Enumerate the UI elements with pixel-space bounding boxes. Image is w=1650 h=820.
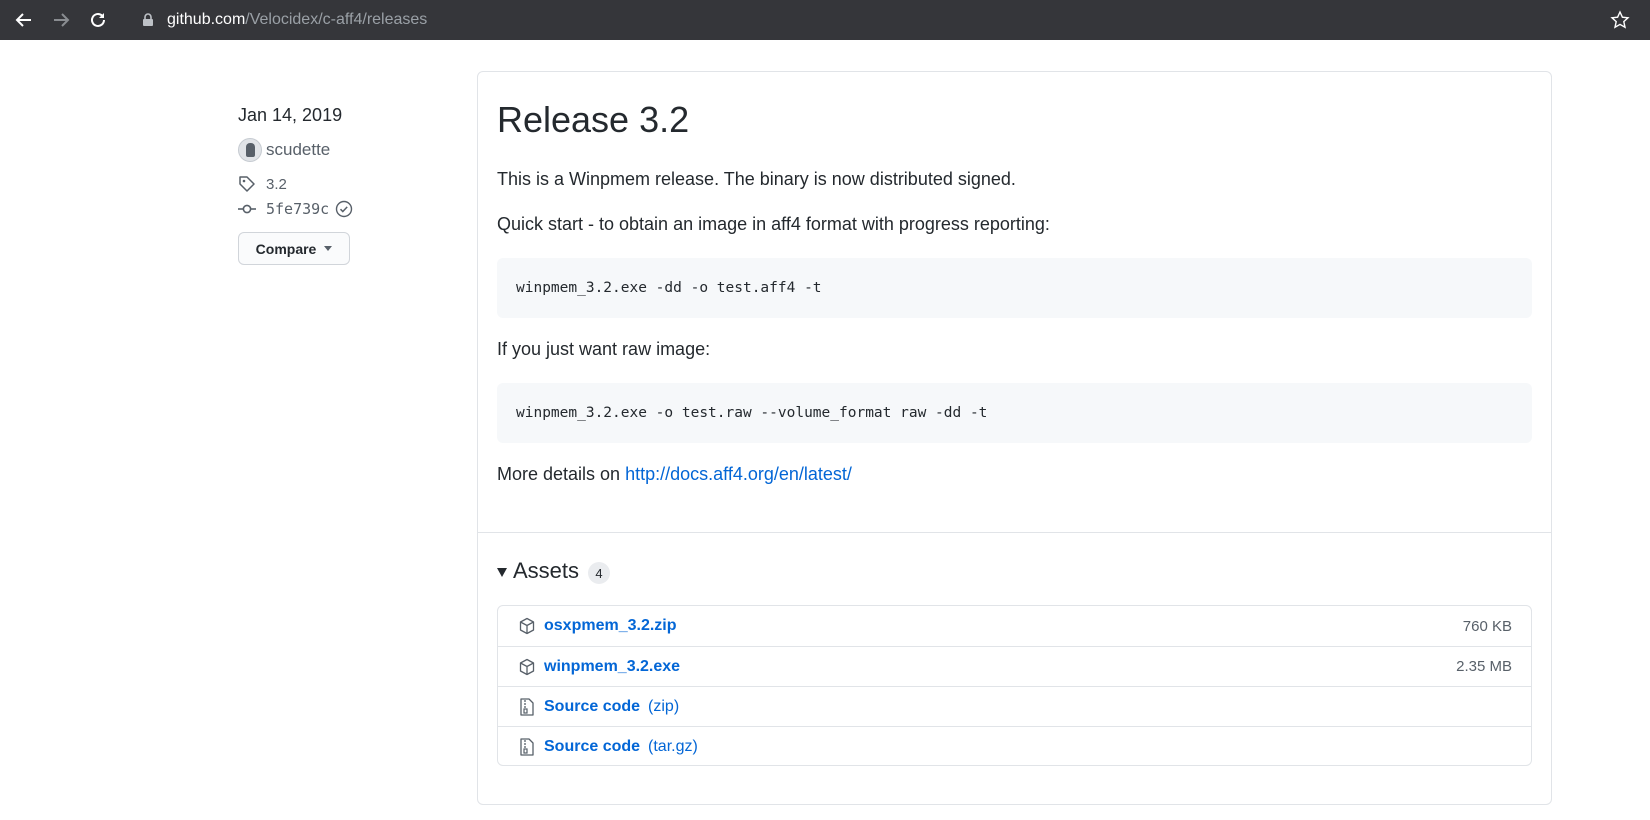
details-prefix: More details on xyxy=(497,464,626,484)
quick-start-text: Quick start - to obtain an image in aff4… xyxy=(497,214,1050,234)
author-name[interactable]: scudette xyxy=(266,140,330,160)
reload-button[interactable] xyxy=(86,8,110,32)
forward-button[interactable] xyxy=(49,8,73,32)
asset-link[interactable]: osxpmem_3.2.zip xyxy=(544,617,677,635)
bookmark-star-icon[interactable] xyxy=(1610,10,1630,30)
raw-image-text: If you just want raw image: xyxy=(497,339,711,359)
asset-link[interactable]: Source code xyxy=(544,698,640,716)
url-domain: github.com xyxy=(167,11,246,28)
assets-count-badge: 4 xyxy=(588,562,611,584)
asset-link[interactable]: Source code xyxy=(544,738,640,756)
assets-toggle[interactable]: Assets 4 xyxy=(497,556,611,586)
commit-sha[interactable]: 5fe739c xyxy=(266,200,329,218)
chevron-down-icon xyxy=(324,246,333,251)
file-zip-icon xyxy=(517,737,537,757)
asset-size: 760 KB xyxy=(1462,617,1512,635)
code-block-aff4: winpmem_3.2.exe -dd -o test.aff4 -t xyxy=(497,258,1532,318)
asset-row: osxpmem_3.2.zip 760 KB xyxy=(498,606,1531,646)
address-bar[interactable]: github.com/Velocidex/c-aff4/releases xyxy=(167,10,427,30)
verified-check-icon[interactable] xyxy=(335,200,353,218)
reload-icon xyxy=(91,12,105,27)
browser-toolbar: github.com/Velocidex/c-aff4/releases xyxy=(0,0,1650,40)
asset-ext[interactable]: (zip) xyxy=(648,698,679,716)
triangle-down-icon xyxy=(497,567,507,577)
asset-row: Source code (zip) xyxy=(498,686,1531,726)
more-details-text: More details on http://docs.aff4.org/en/… xyxy=(497,462,852,486)
compare-label: Compare xyxy=(255,240,317,257)
docs-link[interactable]: http://docs.aff4.org/en/latest/ xyxy=(625,464,852,484)
tag-name[interactable]: 3.2 xyxy=(266,176,287,193)
asset-link[interactable]: winpmem_3.2.exe xyxy=(544,658,680,676)
url-path: /Velocidex/c-aff4/releases xyxy=(245,11,428,28)
release-date: Jan 14, 2019 xyxy=(238,105,343,125)
asset-list: osxpmem_3.2.zip 760 KB winpmem_3.2.exe 2… xyxy=(497,605,1532,766)
git-commit-icon xyxy=(238,204,256,214)
release-commit[interactable]: 5fe739c xyxy=(238,198,353,220)
release-tag[interactable]: 3.2 xyxy=(238,173,287,195)
asset-ext[interactable]: (tar.gz) xyxy=(648,738,698,756)
asset-row: Source code (tar.gz) xyxy=(498,726,1531,766)
asset-size: 2.35 MB xyxy=(1456,658,1512,675)
compare-button[interactable]: Compare xyxy=(238,232,350,265)
package-icon xyxy=(517,616,537,636)
divider xyxy=(478,532,1551,533)
package-icon xyxy=(517,657,537,677)
asset-row: winpmem_3.2.exe 2.35 MB xyxy=(498,646,1531,686)
lock-icon xyxy=(143,13,153,26)
avatar[interactable] xyxy=(238,138,262,162)
release-author[interactable]: scudette xyxy=(238,138,330,162)
code-block-raw: winpmem_3.2.exe -o test.raw --volume_for… xyxy=(497,383,1532,443)
back-button[interactable] xyxy=(12,8,36,32)
release-intro: This is a Winpmem release. The binary is… xyxy=(497,169,1016,189)
file-zip-icon xyxy=(517,697,537,717)
tag-icon xyxy=(239,176,255,192)
assets-label: Assets xyxy=(513,558,580,583)
release-title[interactable]: Release 3.2 xyxy=(497,98,689,142)
arrow-right-icon xyxy=(54,13,70,27)
arrow-left-icon xyxy=(15,13,31,27)
